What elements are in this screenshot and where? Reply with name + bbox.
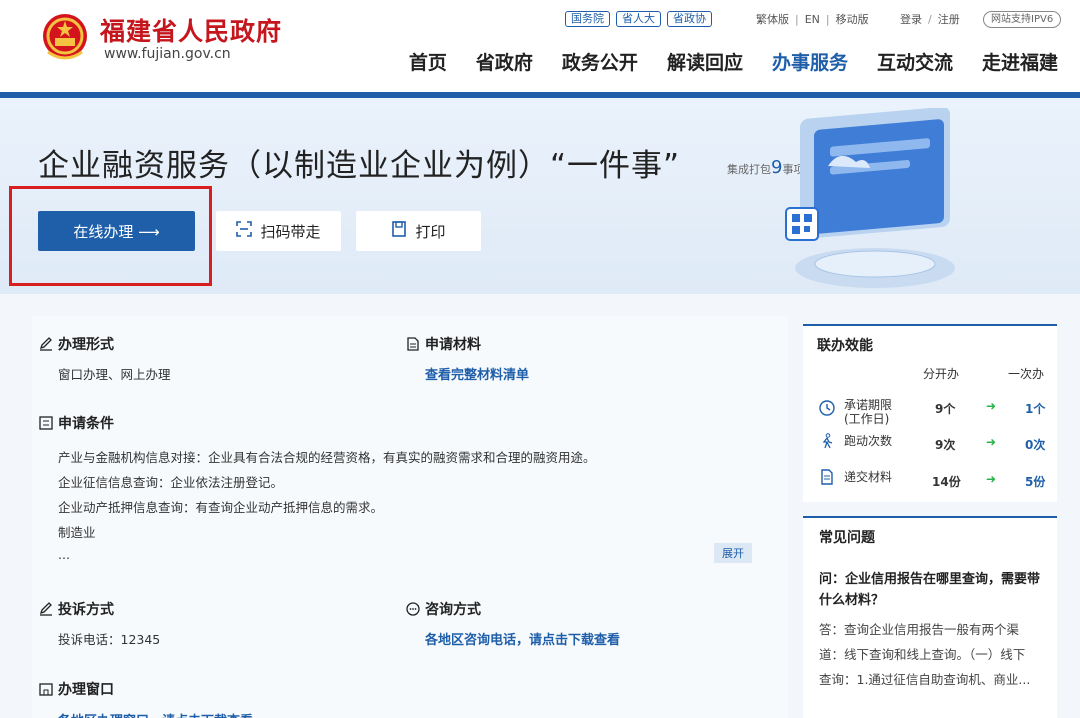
condition-item: 企业动产抵押信息查询：有查询企业动产抵押信息的需求。 — [58, 500, 384, 515]
conditions-heading: 申请条件 — [38, 413, 114, 433]
arrow-right-icon: ➜ — [986, 472, 997, 486]
eff-separate-deadline: 9个 — [935, 402, 956, 416]
condition-item: 制造业 — [58, 525, 96, 540]
link-mobile[interactable]: 移动版 — [836, 11, 869, 27]
arrow-right-icon: ➜ — [986, 399, 997, 413]
efficiency-title: 联办效能 — [817, 338, 873, 354]
eff-once-deadline: 1个 — [1025, 402, 1046, 416]
nav-home[interactable]: 首页 — [409, 48, 447, 75]
divider: | — [795, 12, 799, 26]
link-english[interactable]: EN — [805, 13, 820, 26]
link-cppcc[interactable]: 省政协 — [667, 11, 712, 27]
eff-once-trips: 0次 — [1025, 438, 1046, 452]
consult-phone-link[interactable]: 各地区咨询电话，请点击下载查看 — [425, 629, 620, 648]
national-emblem-icon[interactable] — [40, 12, 90, 64]
nav-interpretation[interactable]: 解读回应 — [667, 48, 743, 75]
service-illustration — [785, 108, 955, 288]
page-title: 企业融资服务（以制造业企业为例）“一件事” — [38, 148, 681, 184]
complaint-title: 投诉方式 — [58, 602, 114, 618]
consult-title: 咨询方式 — [425, 602, 481, 618]
condition-item: 产业与金融机构信息对接：企业具有合法合规的经营资格，有真实的融资需求和合理的融资… — [58, 450, 596, 465]
nav-services[interactable]: 办事服务 — [772, 48, 848, 75]
list-icon — [38, 416, 53, 431]
eff-separate-materials: 14份 — [932, 475, 961, 489]
login-link[interactable]: 登录 — [900, 11, 922, 27]
materials-heading: 申请材料 — [405, 334, 481, 354]
site-header: 福建省人民政府 www.fujian.gov.cn 国务院 省人大 省政协 繁体… — [0, 0, 1080, 92]
materials-title: 申请材料 — [425, 337, 481, 353]
condition-item: ... — [58, 547, 70, 562]
ipv6-badge-wrap: 网站支持IPV6 — [983, 10, 1062, 28]
arrow-right-icon: ➜ — [986, 435, 997, 449]
eff-label-materials: 递交材料 — [844, 470, 893, 484]
mode-value: 窗口办理、网上办理 — [58, 367, 171, 382]
pack-prefix: 集成打包 — [727, 163, 771, 176]
window-title: 办理窗口 — [58, 682, 114, 698]
faq-title: 常见问题 — [819, 530, 875, 546]
eff-label-deadline: 承诺期限 (工作日) — [844, 398, 893, 426]
building-icon — [38, 682, 53, 697]
materials-list-link[interactable]: 查看完整材料清单 — [425, 364, 529, 383]
document-icon — [405, 337, 420, 352]
link-traditional[interactable]: 繁体版 — [756, 11, 789, 27]
complaint-heading: 投诉方式 — [38, 599, 114, 619]
condition-item: 企业征信信息查询：企业依法注册登记。 — [58, 475, 284, 490]
eff-label-trips: 跑动次数 — [844, 434, 893, 448]
print-icon — [391, 221, 407, 241]
walk-icon — [822, 433, 833, 449]
pen-icon — [38, 602, 53, 617]
link-state-council[interactable]: 国务院 — [565, 11, 610, 27]
expand-button[interactable]: 展开 — [714, 543, 752, 563]
document-icon — [821, 469, 833, 485]
eff-separate-trips: 9次 — [935, 438, 956, 452]
link-provincial-congress[interactable]: 省人大 — [616, 11, 661, 27]
auth-links: 登录 / 注册 — [900, 10, 960, 28]
top-pill-links: 国务院 省人大 省政协 — [565, 10, 718, 28]
window-heading: 办理窗口 — [38, 679, 114, 699]
chat-icon — [405, 602, 420, 617]
col-once: 一次办 — [1008, 367, 1045, 381]
complaint-value: 投诉电话：12345 — [58, 632, 161, 647]
site-title[interactable]: 福建省人民政府 — [100, 12, 282, 48]
print-button[interactable]: 打印 — [356, 211, 481, 251]
highlight-box — [9, 186, 212, 286]
eff-once-materials: 5份 — [1025, 475, 1046, 489]
nav-about-fujian[interactable]: 走进福建 — [982, 48, 1058, 75]
faq-answer-line: 道：线下查询和线上查询。（一）线下 — [819, 647, 1026, 662]
col-separate: 分开办 — [923, 367, 960, 381]
scan-qr-button[interactable]: 扫码带走 — [216, 211, 341, 251]
nav-government[interactable]: 省政府 — [476, 48, 533, 75]
site-url[interactable]: www.fujian.gov.cn — [104, 46, 231, 62]
consult-heading: 咨询方式 — [405, 599, 481, 619]
faq-answer-line: 查询：1.通过征信自助查询机、商业... — [819, 672, 1031, 687]
faq-answer: 答：查询企业信用报告一般有两个渠 道：线下查询和线上查询。（一）线下 查询：1.… — [819, 617, 1045, 692]
mode-title: 办理形式 — [58, 337, 114, 353]
nav-public-affairs[interactable]: 政务公开 — [562, 48, 638, 75]
window-link[interactable]: 各地区办理窗口，请点击下载查看 — [58, 710, 253, 718]
faq-answer-line: 答：查询企业信用报告一般有两个渠 — [819, 622, 1020, 637]
divider: | — [825, 12, 830, 26]
language-links: 繁体版 | EN | 移动版 — [756, 10, 869, 28]
clock-icon — [819, 400, 835, 416]
divider: / — [928, 12, 932, 26]
faq-question[interactable]: 问：企业信用报告在哪里查询，需要带什么材料？ — [819, 569, 1047, 611]
conditions-title: 申请条件 — [58, 416, 114, 432]
main-nav: 首页 省政府 政务公开 解读回应 办事服务 互动交流 走进福建 — [380, 48, 1058, 75]
ipv6-badge: 网站支持IPV6 — [983, 10, 1062, 28]
scan-icon — [236, 221, 253, 241]
nav-interaction[interactable]: 互动交流 — [877, 48, 953, 75]
mode-heading: 办理形式 — [38, 334, 114, 354]
edit-icon — [38, 337, 53, 352]
register-link[interactable]: 注册 — [938, 11, 960, 27]
scan-label: 扫码带走 — [260, 222, 321, 241]
print-label: 打印 — [415, 222, 446, 241]
